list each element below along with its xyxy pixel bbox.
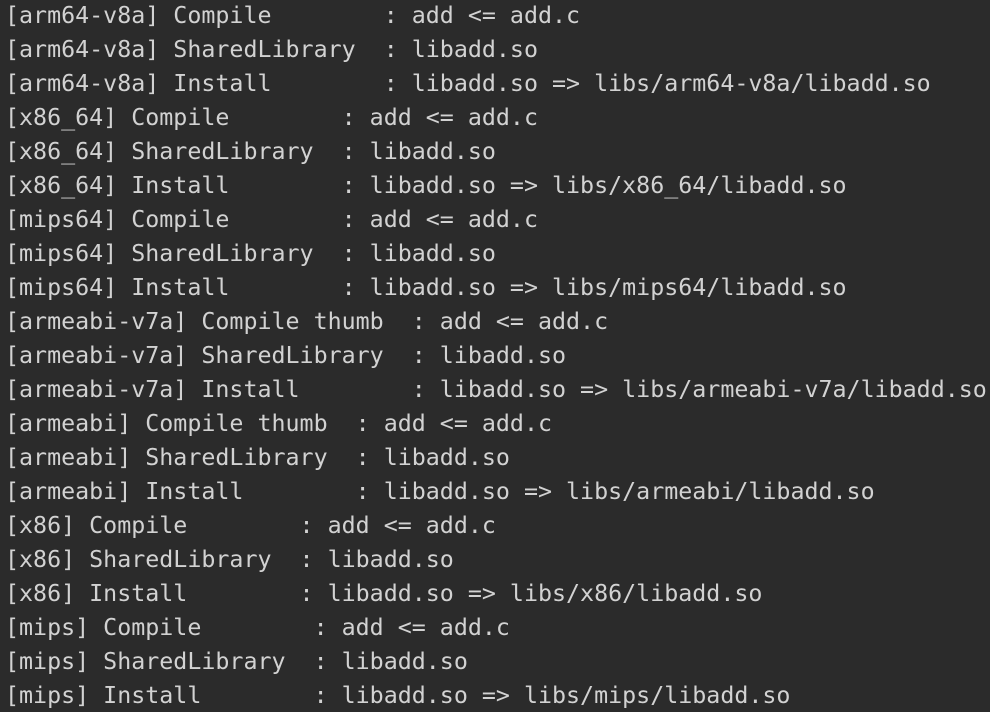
output-line: [mips] Compile : add <= add.c [5,614,510,641]
output-line: [mips64] Install : libadd.so => libs/mip… [5,274,847,301]
output-line: [armeabi-v7a] Compile thumb : add <= add… [5,308,609,335]
output-line: [x86_64] Install : libadd.so => libs/x86… [5,172,847,199]
output-line: [armeabi] Install : libadd.so => libs/ar… [5,478,875,505]
output-line: [x86] Install : libadd.so => libs/x86/li… [5,580,763,607]
terminal-output[interactable]: [arm64-v8a] Compile : add <= add.c [arm6… [0,0,990,712]
output-line: [x86_64] Compile : add <= add.c [5,104,538,131]
output-line: [x86_64] SharedLibrary : libadd.so [5,138,496,165]
output-line: [arm64-v8a] Compile : add <= add.c [5,2,581,29]
output-line: [mips64] Compile : add <= add.c [5,206,538,233]
output-line: [x86] SharedLibrary : libadd.so [5,546,454,573]
output-line: [armeabi] Compile thumb : add <= add.c [5,410,553,437]
output-line: [arm64-v8a] Install : libadd.so => libs/… [5,70,931,97]
output-line: [mips] Install : libadd.so => libs/mips/… [5,682,791,709]
output-line: [x86] Compile : add <= add.c [5,512,496,539]
output-line: [mips64] SharedLibrary : libadd.so [5,240,496,267]
output-line: [armeabi-v7a] SharedLibrary : libadd.so [5,342,567,369]
output-line: [armeabi] SharedLibrary : libadd.so [5,444,510,471]
output-line: [armeabi-v7a] Install : libadd.so => lib… [5,376,987,403]
output-line: [mips] SharedLibrary : libadd.so [5,648,468,675]
output-line: [arm64-v8a] SharedLibrary : libadd.so [5,36,538,63]
